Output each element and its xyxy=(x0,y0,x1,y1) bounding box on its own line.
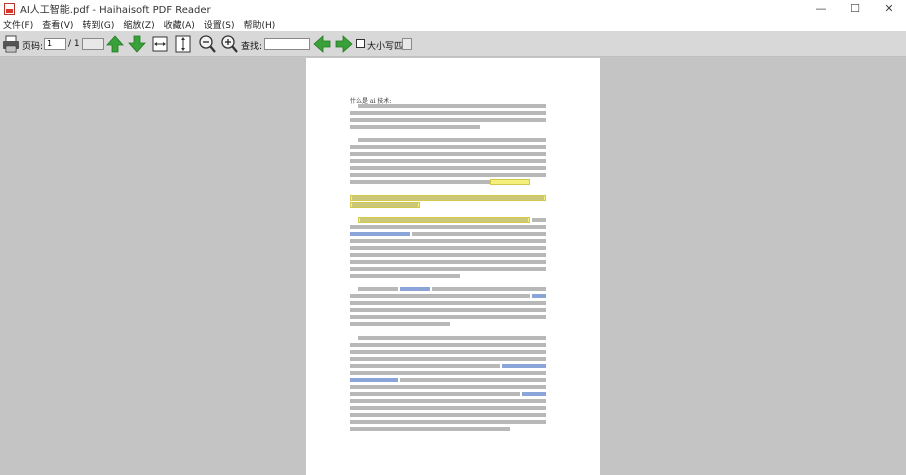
menu-view[interactable]: 查看(V) xyxy=(42,18,73,31)
menu-help[interactable]: 帮助(H) xyxy=(244,18,276,31)
text-line xyxy=(350,399,546,403)
link-line[interactable] xyxy=(400,287,430,291)
minimize-button[interactable]: — xyxy=(804,0,838,17)
zoom-in-icon[interactable] xyxy=(220,34,238,54)
menu-file[interactable]: 文件(F) xyxy=(3,18,33,31)
text-line xyxy=(350,111,546,115)
page-total-field xyxy=(82,38,104,50)
printer-icon[interactable] xyxy=(2,34,20,54)
page-label: 页码: xyxy=(22,42,44,52)
link-line[interactable] xyxy=(522,392,546,396)
pdf-app-icon xyxy=(4,2,15,15)
maximize-button[interactable]: ☐ xyxy=(838,0,872,17)
menu-zoom[interactable]: 缩放(Z) xyxy=(123,18,154,31)
text-line xyxy=(350,118,546,122)
menu-favorites[interactable]: 收藏(A) xyxy=(164,18,195,31)
close-button[interactable]: ✕ xyxy=(872,0,906,17)
text-line xyxy=(350,315,546,319)
text-line xyxy=(350,413,546,417)
text-line xyxy=(432,287,546,291)
next-page-icon[interactable] xyxy=(128,34,146,54)
text-line xyxy=(350,385,546,389)
text-line xyxy=(400,378,546,382)
fit-width-icon[interactable] xyxy=(151,34,169,54)
text-line xyxy=(350,152,546,156)
text-line xyxy=(350,322,450,326)
text-line xyxy=(350,180,490,184)
text-line xyxy=(350,420,546,424)
title-bar: AI人工智能.pdf - Haihaisoft PDF Reader — ☐ ✕ xyxy=(0,0,906,17)
text-line xyxy=(350,239,546,243)
text-line xyxy=(350,364,500,368)
text-line xyxy=(532,218,546,222)
text-line xyxy=(350,246,546,250)
page-total: / 1 xyxy=(68,39,80,49)
text-line xyxy=(350,173,546,177)
page-number-input[interactable]: 1 xyxy=(44,38,66,50)
text-line xyxy=(350,406,546,410)
text-line xyxy=(350,253,546,257)
find-input[interactable] xyxy=(264,38,310,50)
fit-page-icon[interactable] xyxy=(174,34,192,54)
text-line xyxy=(412,232,546,236)
text-line xyxy=(360,218,528,222)
text-line xyxy=(358,336,546,340)
text-line xyxy=(350,166,546,170)
find-prev-icon[interactable] xyxy=(312,34,332,54)
toolbar: 页码: 1 / 1 查找: 大小写匹配 xyxy=(0,31,906,57)
window-controls: — ☐ ✕ xyxy=(804,0,906,17)
text-line xyxy=(350,125,480,129)
text-line xyxy=(350,145,546,149)
find-label: 查找: xyxy=(241,42,263,52)
text-line xyxy=(350,159,546,163)
pdf-page: 什么是 ai 技术: xyxy=(306,58,600,475)
text-line xyxy=(350,357,546,361)
pdf-reader-window: AI人工智能.pdf - Haihaisoft PDF Reader — ☐ ✕… xyxy=(0,0,906,475)
highlight-mark xyxy=(490,179,530,185)
text-line xyxy=(350,308,546,312)
text-line xyxy=(350,267,546,271)
text-line xyxy=(350,294,530,298)
text-line xyxy=(350,260,546,264)
link-line[interactable] xyxy=(502,364,546,368)
text-line xyxy=(352,203,418,207)
text-line xyxy=(352,196,544,200)
match-case-checkbox[interactable] xyxy=(356,39,365,48)
text-line xyxy=(350,427,510,431)
text-line xyxy=(350,343,546,347)
text-line xyxy=(350,392,520,396)
menu-goto[interactable]: 转到(G) xyxy=(82,18,114,31)
menu-bar: 文件(F) 查看(V) 转到(G) 缩放(Z) 收藏(A) 设置(S) 帮助(H… xyxy=(0,17,906,31)
find-next-icon[interactable] xyxy=(334,34,354,54)
text-line xyxy=(358,104,546,108)
text-line xyxy=(350,274,460,278)
document-viewport[interactable]: 什么是 ai 技术: xyxy=(0,58,906,475)
window-title: AI人工智能.pdf - Haihaisoft PDF Reader xyxy=(20,5,211,16)
text-line xyxy=(350,371,546,375)
text-line xyxy=(350,350,546,354)
text-line xyxy=(350,301,546,305)
link-line[interactable] xyxy=(532,294,546,298)
prev-page-icon[interactable] xyxy=(106,34,124,54)
link-line[interactable] xyxy=(350,378,398,382)
text-line xyxy=(358,287,398,291)
toolbar-spacer-field xyxy=(402,38,412,50)
text-line xyxy=(350,225,546,229)
zoom-out-icon[interactable] xyxy=(198,34,216,54)
menu-settings[interactable]: 设置(S) xyxy=(204,18,235,31)
link-line[interactable] xyxy=(350,232,410,236)
text-line xyxy=(358,138,546,142)
